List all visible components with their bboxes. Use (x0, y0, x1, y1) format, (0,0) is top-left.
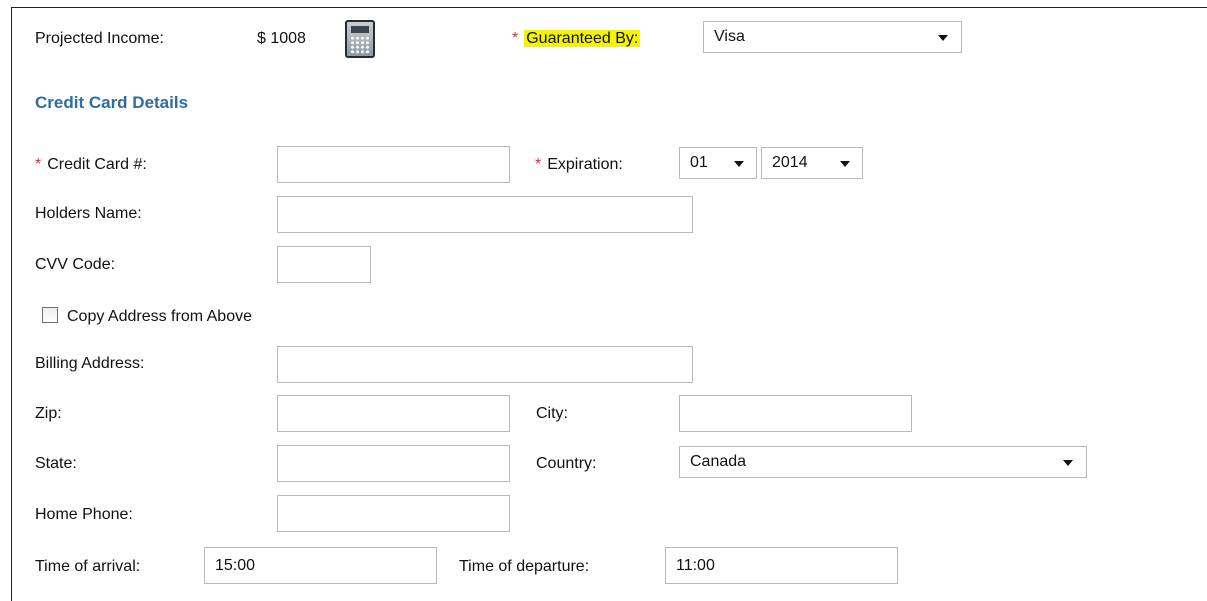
guaranteed-by-label-group: * Guaranteed By: (512, 29, 641, 49)
zip-label: Zip: (35, 405, 62, 422)
required-mark: * (535, 156, 542, 173)
country-label: Country: (536, 455, 597, 472)
copy-address-label[interactable]: Copy Address from Above (67, 307, 252, 327)
state-input[interactable] (277, 445, 510, 482)
panel-top-border (11, 7, 1207, 8)
expiration-label: Expiration: (547, 156, 623, 173)
chevron-down-icon (734, 161, 744, 167)
arrival-input[interactable] (204, 547, 437, 584)
calculator-keys (350, 36, 370, 54)
projected-income-label: Projected Income: (35, 30, 164, 47)
copy-address-checkbox[interactable] (42, 307, 58, 323)
credit-card-input[interactable] (277, 146, 510, 183)
cvv-input[interactable] (277, 246, 371, 283)
holders-name-input[interactable] (277, 196, 693, 233)
required-mark: * (35, 156, 42, 173)
holders-name-label: Holders Name: (35, 205, 142, 222)
guaranteed-by-label: Guaranteed By: (524, 30, 641, 47)
expiration-label-group: * Expiration: (535, 155, 623, 175)
calculator-screen (351, 26, 369, 33)
departure-input[interactable] (665, 547, 898, 584)
guaranteed-by-value: Visa (714, 28, 745, 45)
country-value: Canada (690, 453, 747, 470)
expiration-year-value: 2014 (772, 154, 808, 171)
chevron-down-icon (840, 161, 850, 167)
city-input[interactable] (679, 395, 912, 432)
required-mark: * (512, 30, 519, 47)
credit-card-label-group: * Credit Card #: (35, 155, 147, 175)
zip-input[interactable] (277, 395, 510, 432)
credit-card-label: Credit Card #: (47, 156, 147, 173)
home-phone-label: Home Phone: (35, 506, 133, 523)
country-select[interactable]: Canada (679, 446, 1087, 478)
arrival-label: Time of arrival: (35, 558, 141, 575)
panel-left-border (11, 7, 12, 601)
chevron-down-icon (938, 35, 948, 41)
billing-address-input[interactable] (277, 346, 693, 383)
calculator-icon[interactable] (345, 20, 375, 58)
expiration-year-select[interactable]: 2014 (761, 147, 863, 179)
guaranteed-by-select[interactable]: Visa (703, 21, 962, 53)
chevron-down-icon (1063, 460, 1073, 466)
expiration-month-value: 01 (690, 154, 708, 171)
state-label: State: (35, 455, 77, 472)
expiration-month-select[interactable]: 01 (679, 147, 757, 179)
projected-income-value: $ 1008 (257, 30, 306, 47)
billing-address-label: Billing Address: (35, 355, 145, 372)
departure-label: Time of departure: (459, 558, 590, 575)
section-title: Credit Card Details (35, 93, 189, 112)
city-label: City: (536, 405, 568, 422)
home-phone-input[interactable] (277, 495, 510, 532)
cvv-label: CVV Code: (35, 256, 116, 273)
